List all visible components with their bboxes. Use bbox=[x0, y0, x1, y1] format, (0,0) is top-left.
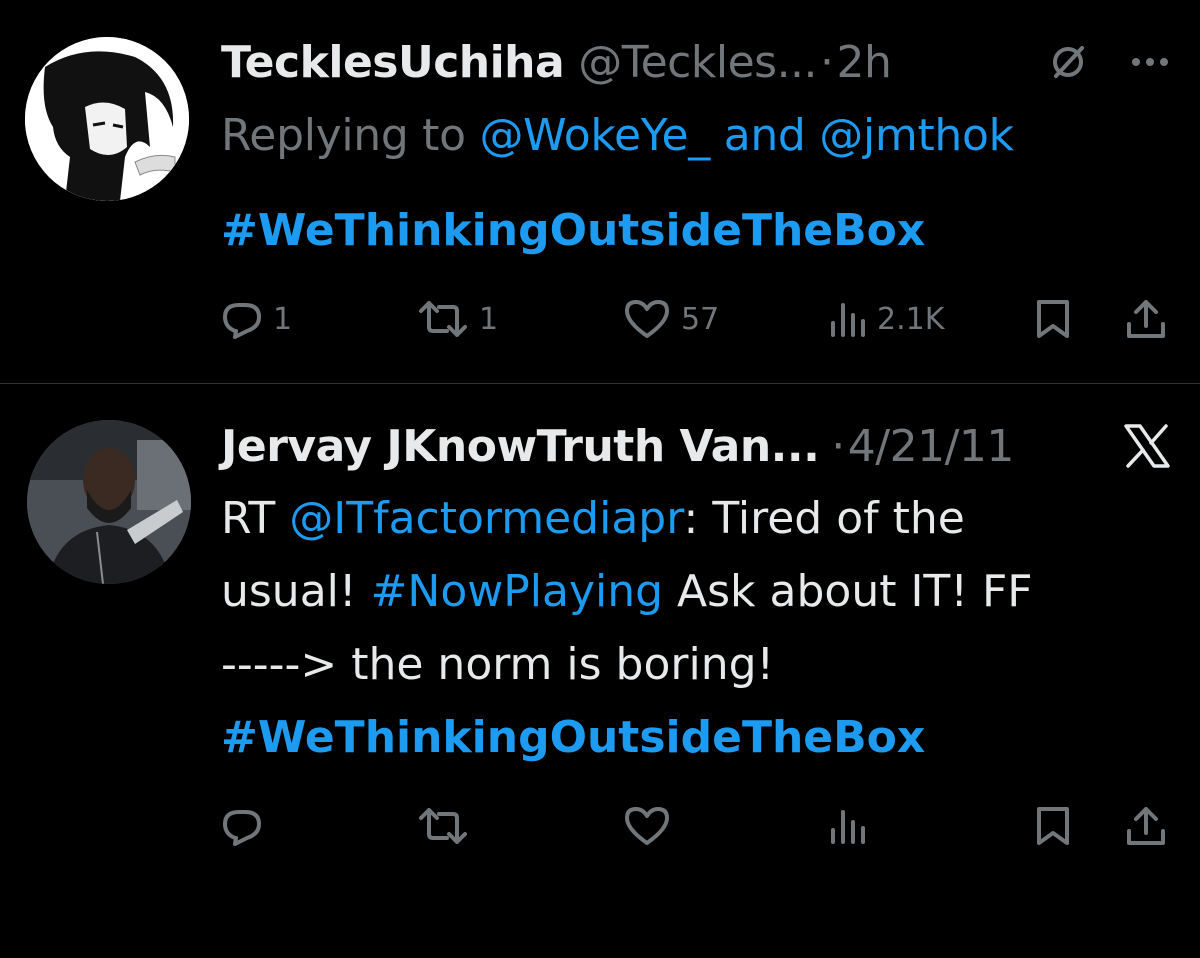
heart-icon bbox=[625, 300, 669, 338]
tweet-header: Jervay JKnowTruth Van... · 4/21/11 bbox=[221, 418, 1200, 474]
display-name[interactable]: Jervay JKnowTruth Van... bbox=[221, 421, 820, 472]
heart-icon bbox=[625, 807, 669, 845]
separator-dot: · bbox=[820, 36, 834, 88]
mention-link[interactable]: @ITfactormediapr bbox=[289, 493, 683, 544]
header-actions bbox=[1124, 418, 1200, 474]
action-bar bbox=[221, 801, 1171, 851]
like-button[interactable]: 57 bbox=[623, 298, 719, 340]
retweet-icon bbox=[419, 808, 467, 844]
views-button[interactable] bbox=[827, 806, 867, 846]
rt-prefix: RT bbox=[221, 493, 276, 544]
share-button[interactable] bbox=[1125, 805, 1167, 847]
x-logo-icon bbox=[1124, 424, 1170, 468]
text-segment: Ask about IT! FF bbox=[677, 566, 1033, 617]
tweet-text: RT @ITfactormediapr: Tired of the usual!… bbox=[221, 482, 1033, 774]
reply-icon bbox=[223, 303, 261, 339]
timestamp[interactable]: 2h bbox=[837, 37, 892, 88]
reply-mention[interactable]: @WokeYe_ bbox=[479, 110, 710, 161]
retweet-count: 1 bbox=[479, 301, 499, 337]
share-icon bbox=[1127, 807, 1165, 845]
hashtag-link[interactable]: #NowPlaying bbox=[371, 566, 664, 617]
retweet-button[interactable]: 1 bbox=[417, 299, 498, 339]
like-button[interactable] bbox=[623, 805, 671, 847]
header-actions bbox=[1048, 34, 1200, 90]
avatar[interactable] bbox=[27, 420, 191, 584]
share-button[interactable] bbox=[1125, 298, 1167, 340]
avatar-photo bbox=[27, 420, 191, 584]
replying-to-label: Replying to bbox=[221, 110, 466, 161]
bookmark-icon bbox=[1037, 807, 1069, 845]
hashtag-link[interactable]: #WeThinkingOutsideTheBox bbox=[221, 712, 925, 763]
display-name[interactable]: TecklesUchiha bbox=[221, 37, 565, 88]
reply-button[interactable] bbox=[221, 806, 263, 846]
share-icon bbox=[1127, 300, 1165, 338]
timestamp[interactable]: 4/21/11 bbox=[848, 421, 1015, 472]
reply-button[interactable]: 1 bbox=[221, 299, 292, 339]
reply-and[interactable]: and bbox=[724, 110, 806, 161]
tweet-header: TecklesUchiha @Teckles... · 2h bbox=[221, 34, 1200, 90]
views-icon bbox=[831, 303, 865, 337]
tweet-2[interactable]: Jervay JKnowTruth Van... · 4/21/11 RT @I… bbox=[0, 384, 1200, 958]
replying-to: Replying to @WokeYe_ and @jmthok bbox=[221, 110, 1014, 161]
view-count: 2.1K bbox=[877, 301, 945, 337]
more-icon[interactable] bbox=[1130, 56, 1170, 68]
bookmark-icon bbox=[1037, 300, 1069, 338]
text-line-4: #WeThinkingOutsideTheBox bbox=[221, 701, 1033, 774]
text-line-1: RT @ITfactormediapr: Tired of the bbox=[221, 482, 1033, 555]
grok-icon[interactable] bbox=[1048, 42, 1088, 82]
text-segment: -----> the norm is boring! bbox=[221, 639, 775, 690]
retweet-icon bbox=[419, 301, 467, 337]
text-line-2: usual! #NowPlaying Ask about IT! FF bbox=[221, 555, 1033, 628]
tweet-text: #WeThinkingOutsideTheBox bbox=[221, 194, 925, 267]
reply-mention[interactable]: @jmthok bbox=[819, 110, 1014, 161]
views-icon bbox=[831, 810, 865, 844]
tweet-1[interactable]: TecklesUchiha @Teckles... · 2h Replying … bbox=[0, 0, 1200, 383]
action-bar: 1 1 57 2.1K bbox=[221, 294, 1171, 344]
avatar[interactable] bbox=[25, 37, 189, 201]
bookmark-button[interactable] bbox=[1033, 805, 1073, 847]
text-line-3: -----> the norm is boring! bbox=[221, 628, 1033, 701]
text-segment: usual! bbox=[221, 566, 357, 617]
like-count: 57 bbox=[681, 301, 720, 337]
text-segment: : Tired of the bbox=[683, 493, 965, 544]
handle[interactable]: @Teckles... bbox=[578, 37, 817, 88]
retweet-button[interactable] bbox=[417, 806, 469, 846]
views-button[interactable]: 2.1K bbox=[827, 299, 944, 339]
reply-icon bbox=[223, 810, 261, 846]
separator-dot: · bbox=[831, 420, 845, 472]
hashtag-link[interactable]: #WeThinkingOutsideTheBox bbox=[221, 205, 925, 256]
avatar-illustration bbox=[25, 37, 189, 201]
reply-count: 1 bbox=[273, 301, 293, 337]
bookmark-button[interactable] bbox=[1033, 298, 1073, 340]
